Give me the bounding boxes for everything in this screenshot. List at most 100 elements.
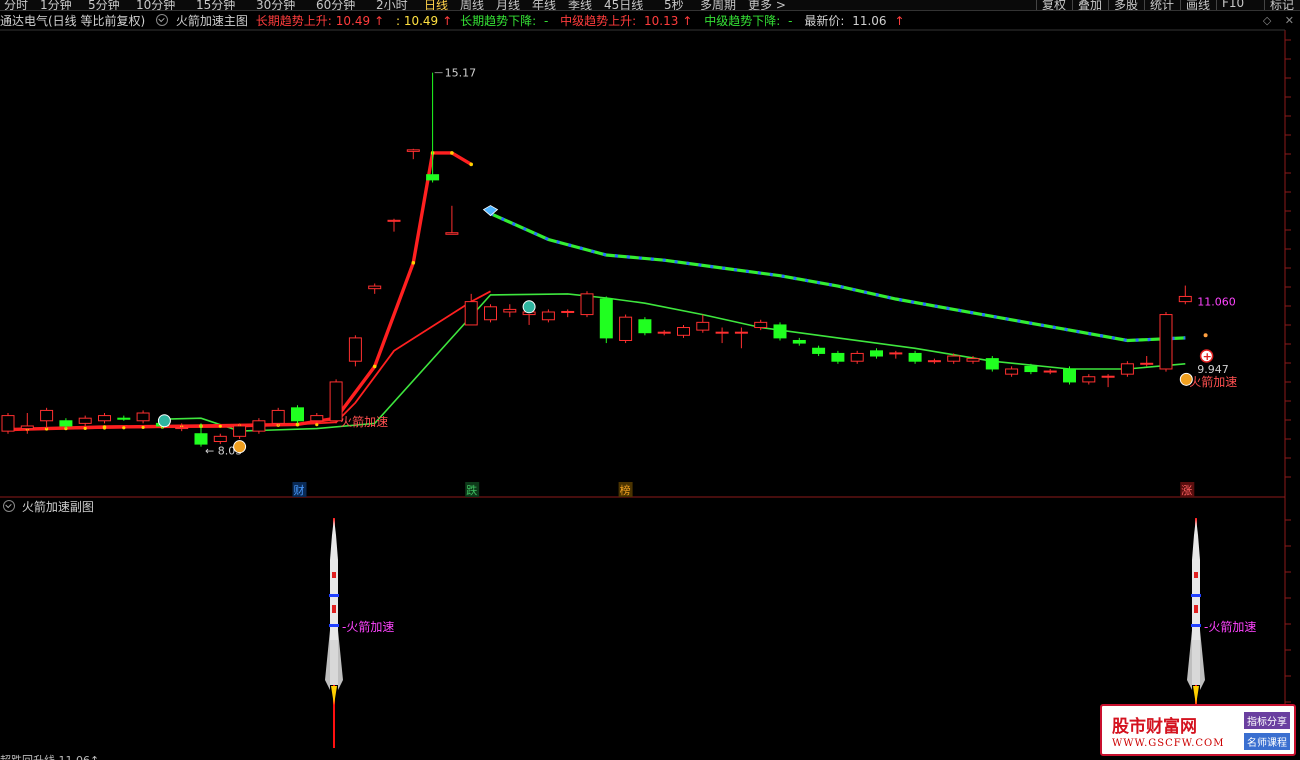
candle-body: [1159, 314, 1173, 370]
period-tab-8[interactable]: 日线: [424, 0, 448, 10]
candle-body: [522, 311, 536, 316]
signal-label: 火箭加速: [1189, 374, 1237, 389]
toolbar-right-4[interactable]: 画线: [1180, 0, 1210, 10]
site-watermark-logo: 股市财富网 WWW.GSCFW.COM 指标分享 名师课程: [1100, 704, 1296, 756]
latest-arrow: ↑: [894, 14, 905, 28]
period-tab-3[interactable]: 10分钟: [136, 0, 175, 10]
period-tab-0[interactable]: 分时: [4, 0, 28, 10]
long-down-label: 长期趋势下降: -: [460, 14, 549, 28]
rocket-fin: [1200, 630, 1205, 690]
candle-body: [734, 331, 748, 334]
candle-body: [599, 298, 613, 339]
candle-body: [638, 319, 652, 334]
period-tab-14[interactable]: 5秒: [664, 0, 684, 10]
candle-body: [213, 435, 227, 443]
trend-dot: [218, 424, 222, 428]
period-tab-12[interactable]: 季线: [568, 0, 592, 10]
close-icon[interactable]: ✕: [1285, 14, 1294, 27]
toolbar-right-1[interactable]: 叠加: [1072, 0, 1102, 10]
toolbar-right-5[interactable]: F10: [1216, 0, 1244, 10]
period-tab-6[interactable]: 60分钟: [316, 0, 355, 10]
period-tab-4[interactable]: 15分钟: [196, 0, 235, 10]
candle-body: [870, 350, 883, 357]
long-trend-line: [489, 212, 1186, 343]
period-tab-10[interactable]: 月线: [496, 0, 520, 10]
stock-title[interactable]: 通达电气(日线 等比前复权): [0, 14, 145, 28]
plus-badge-icon: [1199, 349, 1214, 363]
candle-body: [175, 427, 189, 430]
rocket-booster: [330, 640, 338, 685]
plus-badge-icon-glyph: +: [1203, 350, 1212, 363]
toolbar-right-6[interactable]: 标记: [1264, 0, 1294, 10]
long-trend-dash: [489, 212, 1186, 343]
rocket-fin: [338, 630, 343, 690]
trend-dot: [102, 425, 107, 429]
candle-body: [541, 311, 555, 321]
trend-dot: [238, 424, 242, 428]
candle-body: [484, 306, 497, 321]
trend-dot: [450, 151, 454, 155]
candle-body: [715, 331, 729, 334]
trend-dot: [180, 425, 184, 429]
candle-body: [78, 417, 92, 424]
period-tab-15[interactable]: 多周期: [700, 0, 736, 10]
subchart-toggle-icon[interactable]: [3, 500, 15, 512]
bottom-status: 超跌回升线 11.06↑: [0, 752, 1100, 760]
latest-price: 最新价: 11.06: [804, 14, 887, 28]
up-badge-icon: [233, 440, 247, 454]
candle-body: [98, 415, 111, 422]
panel-controls: ◇ ✕: [1253, 14, 1294, 27]
candle-body: [194, 433, 208, 445]
candle-body: [20, 425, 34, 430]
trend-dot: [122, 426, 126, 430]
candle-body: [1082, 376, 1096, 383]
candle-body: [1, 415, 15, 432]
candle-body: [40, 409, 54, 422]
toolbar-right-0[interactable]: 复权: [1036, 0, 1066, 10]
candle-body: [445, 232, 459, 235]
date-marker: 涨: [1181, 484, 1192, 497]
period-tab-7[interactable]: 2小时: [376, 0, 408, 10]
candle-body: [1005, 368, 1019, 375]
trend-dot: [199, 424, 203, 428]
candle-body: [329, 381, 343, 422]
diamond-icon[interactable]: ◇: [1263, 14, 1271, 27]
toolbar-right-2[interactable]: 多股: [1108, 0, 1138, 10]
mid-down-label: 中级趋势下降: -: [704, 14, 793, 28]
indicator-name[interactable]: 火箭加速主图: [176, 14, 248, 28]
indicator-info-bar: 通达电气(日线 等比前复权) 火箭加速主图 长期趋势上升: 10.49 ↑ : 10…: [0, 12, 1290, 30]
period-tab-1[interactable]: 1分钟: [40, 0, 72, 10]
rocket-body: [1192, 518, 1200, 640]
rocket-fin: [1187, 630, 1192, 690]
main-chart[interactable]: 15.17← 8.0311.0609.947火箭加速火箭加速+财跌榜涨 -火箭加…: [0, 0, 1300, 760]
candle-body: [1120, 363, 1134, 375]
period-tab-5[interactable]: 30分钟: [256, 0, 295, 10]
period-tab-2[interactable]: 5分钟: [88, 0, 120, 10]
candle-body: [136, 412, 150, 422]
candle-body: [792, 339, 806, 344]
candle-body: [368, 285, 382, 290]
candle-body: [1140, 362, 1154, 365]
indicator-toggle-icon[interactable]: [156, 14, 169, 26]
rocket-stripe: [1194, 572, 1198, 578]
date-marker-bg: [465, 482, 480, 497]
toolbar-right-3[interactable]: 统计: [1144, 0, 1174, 10]
trend-dot: [372, 364, 377, 369]
period-tab-9[interactable]: 周线: [460, 0, 484, 10]
period-toolbar: 分时 1分钟 5分钟 10分钟 15分钟 30分钟 60分钟 2小时 日线 周线 月线 年线 季线 45日…: [0, 0, 1300, 11]
candle-body: [252, 420, 266, 432]
candle-body: [426, 174, 440, 181]
red-fast-trend: [7, 151, 473, 432]
rocket-stripe: [1194, 605, 1198, 613]
trend-dot: [295, 423, 300, 427]
period-tab-13[interactable]: 45日线: [604, 0, 643, 10]
trend-dot: [45, 427, 49, 431]
trend-dot: [141, 425, 145, 430]
low-price-label: ← 8.03: [205, 445, 242, 458]
trend-dot: [64, 427, 68, 431]
long-up-arrow: ↑: [442, 14, 453, 28]
period-tab-16[interactable]: 更多 >: [748, 0, 786, 10]
rocket-signal-left: -火箭加速: [325, 518, 394, 748]
rocket-label: -火箭加速: [342, 619, 394, 634]
period-tab-11[interactable]: 年线: [532, 0, 556, 10]
